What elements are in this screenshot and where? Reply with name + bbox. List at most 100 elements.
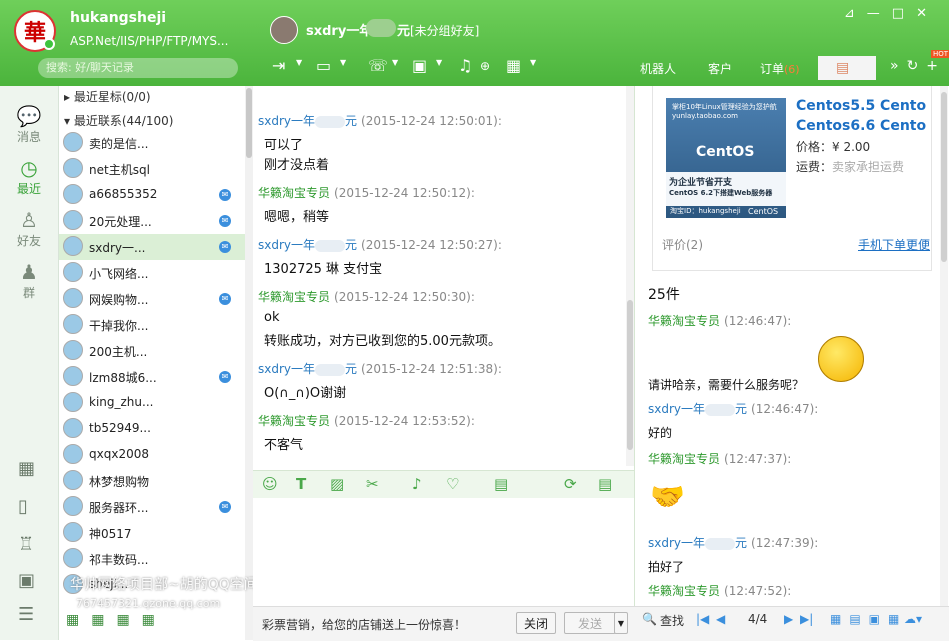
- chevron-down-icon[interactable]: ▼: [340, 58, 346, 67]
- my-signature[interactable]: ASP.Net/IIS/PHP/FTP/MYS...: [70, 34, 228, 48]
- find-icon[interactable]: 🔍: [642, 612, 657, 626]
- contact-item[interactable]: qxqx2008: [59, 442, 245, 468]
- contact-item[interactable]: 祁丰数码...: [59, 546, 245, 572]
- cloud-icon[interactable]: ☁▾: [904, 612, 922, 626]
- sender-name[interactable]: sxdry一年: [648, 402, 705, 416]
- contact-item[interactable]: 神0517: [59, 520, 245, 546]
- find-button[interactable]: 查找: [660, 612, 684, 629]
- minimize-icon[interactable]: —: [867, 6, 892, 21]
- chevron-down-icon[interactable]: ▼: [296, 58, 302, 67]
- peer-name[interactable]: sxdry一年: [306, 20, 372, 39]
- chat-scroll-thumb[interactable]: [627, 300, 633, 450]
- section-recent[interactable]: ▾ 最近联系(44/100): [64, 112, 173, 129]
- screenshot-icon[interactable]: ✂: [366, 475, 379, 493]
- side-scroll-thumb[interactable]: [941, 92, 947, 262]
- shake-icon[interactable]: ♪: [412, 475, 422, 493]
- plugin-icon[interactable]: ▣: [18, 570, 35, 591]
- share-screen-icon[interactable]: ⇥: [272, 56, 285, 76]
- sender-name[interactable]: 华籁淘宝专员: [648, 452, 720, 466]
- contact-item[interactable]: 林梦想购物: [59, 468, 245, 494]
- sender-name[interactable]: 华籁淘宝专员: [258, 186, 330, 200]
- next-page-icon[interactable]: ▶: [784, 612, 793, 626]
- quick-reply-icon[interactable]: ⟳: [564, 475, 577, 493]
- contact-item[interactable]: 20元处理... ✉: [59, 208, 245, 234]
- menu-icon[interactable]: ☰: [18, 604, 34, 625]
- add-icon[interactable]: ⊕: [480, 56, 490, 76]
- unread-mail-icon[interactable]: ✉: [219, 215, 231, 227]
- contact-item[interactable]: king_zhu...: [59, 390, 245, 416]
- contacts-scrollbar[interactable]: [245, 86, 253, 640]
- sender-name[interactable]: 华籁淘宝专员: [258, 290, 330, 304]
- nav-messages[interactable]: 💬 消息: [0, 104, 58, 145]
- nav-groups[interactable]: ♟ 群: [0, 260, 58, 301]
- tab-order[interactable]: 订单(6): [760, 60, 800, 77]
- contacts-scroll-thumb[interactable]: [246, 88, 252, 158]
- calculator-icon[interactable]: ▤: [494, 475, 508, 493]
- contact-item[interactable]: net主机sql: [59, 156, 245, 182]
- unread-mail-icon[interactable]: ✉: [219, 371, 231, 383]
- contact-item[interactable]: 干掉我你...: [59, 312, 245, 338]
- nav-friends[interactable]: ♙ 好友: [0, 208, 58, 249]
- calendar-icon[interactable]: ▦: [506, 56, 521, 76]
- tab-customer[interactable]: 客户: [708, 60, 732, 77]
- contacts-manager-icon[interactable]: ♖: [18, 534, 34, 555]
- sender-name[interactable]: sxdry一年: [258, 114, 315, 128]
- footer-tools[interactable]: ▦▤▣▦: [830, 612, 907, 626]
- voice-chat-icon[interactable]: ☏: [368, 56, 388, 76]
- chevron-down-icon[interactable]: ▼: [530, 58, 536, 67]
- unread-mail-icon[interactable]: ✉: [219, 293, 231, 305]
- window-controls[interactable]: ⊿—□✕: [844, 6, 939, 21]
- product-review[interactable]: 评价(2): [662, 236, 703, 253]
- peer-avatar[interactable]: [270, 16, 298, 44]
- contact-item[interactable]: lzm88城6... ✉: [59, 364, 245, 390]
- unread-mail-icon[interactable]: ✉: [219, 241, 231, 253]
- alarm-icon[interactable]: ♫: [458, 56, 472, 76]
- history-icon[interactable]: ▤: [598, 475, 612, 493]
- nav-recent[interactable]: ◷ 最近: [0, 156, 58, 197]
- message-input[interactable]: [253, 498, 634, 602]
- online-status-icon[interactable]: [43, 38, 55, 50]
- image-icon[interactable]: ▨: [330, 475, 344, 493]
- sender-name[interactable]: sxdry一年: [648, 536, 705, 550]
- bottom-app-icons[interactable]: ▦▦▦▦: [66, 612, 167, 628]
- sender-name[interactable]: sxdry一年: [258, 362, 315, 376]
- contact-item[interactable]: sxdry一... ✉: [59, 234, 245, 260]
- promo-text[interactable]: 彩票营销，给您的店铺送上一份惊喜！: [262, 616, 466, 633]
- tab-robot[interactable]: 机器人: [640, 60, 676, 77]
- sender-name[interactable]: sxdry一年: [258, 238, 315, 252]
- sender-name[interactable]: 华籁淘宝专员: [648, 314, 720, 328]
- favorite-icon[interactable]: ♡: [446, 475, 459, 493]
- close-button[interactable]: 关闭: [516, 612, 556, 634]
- contact-item[interactable]: a66855352 ✉: [59, 182, 245, 208]
- apps-icon[interactable]: ▦: [18, 458, 35, 479]
- product-title[interactable]: Centos5.5 Centos6 Centos6.6 Centos7: [796, 96, 926, 136]
- send-button[interactable]: 发送: [564, 612, 616, 634]
- font-icon[interactable]: T: [296, 475, 306, 493]
- mobile-order-link[interactable]: 手机下单更便: [858, 236, 930, 253]
- search-input[interactable]: 搜索: 好/聊天记录: [38, 58, 238, 78]
- contact-item[interactable]: 200主机...: [59, 338, 245, 364]
- send-options-icon[interactable]: ▼: [614, 612, 628, 634]
- emoji-icon[interactable]: ☺: [262, 475, 278, 493]
- contact-item[interactable]: tb52949...: [59, 416, 245, 442]
- chevron-down-icon[interactable]: ▼: [392, 58, 398, 67]
- contact-item[interactable]: 卖的是信...: [59, 130, 245, 156]
- sender-name[interactable]: 华籁淘宝专员: [258, 414, 330, 428]
- sender-name[interactable]: 华籁淘宝专员: [648, 584, 720, 598]
- remote-desktop-icon[interactable]: ▣: [412, 56, 427, 76]
- feedback-icon[interactable]: ⊿: [844, 6, 867, 21]
- maximize-icon[interactable]: □: [892, 6, 916, 21]
- chevron-down-icon[interactable]: ▼: [436, 58, 442, 67]
- unread-mail-icon[interactable]: ✉: [219, 501, 231, 513]
- phone-icon[interactable]: ▯: [18, 496, 28, 517]
- last-page-icon[interactable]: ▶|: [800, 612, 813, 626]
- video-call-icon[interactable]: ▭: [316, 56, 331, 76]
- contact-item[interactable]: 小飞网络...: [59, 260, 245, 286]
- contact-item[interactable]: 网娱购物... ✉: [59, 286, 245, 312]
- product-image[interactable]: 掌柜10年Linux管理经验为您护航 yunlay.taobao.com Cen…: [666, 98, 786, 218]
- prev-page-icon[interactable]: ◀: [716, 612, 725, 626]
- contact-item[interactable]: 服务器环... ✉: [59, 494, 245, 520]
- unread-mail-icon[interactable]: ✉: [219, 189, 231, 201]
- more-tabs-icon[interactable]: »↻+: [890, 58, 946, 74]
- section-starred[interactable]: ▸ 最近星标(0/0): [64, 88, 151, 105]
